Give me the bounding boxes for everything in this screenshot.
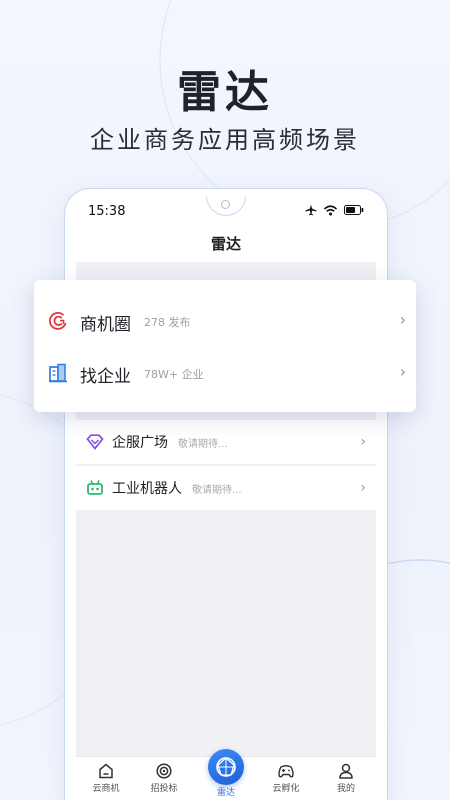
refresh-circle-icon <box>48 312 67 330</box>
chevron-right-icon: › <box>399 362 406 381</box>
status-time: 15:38 <box>88 204 126 219</box>
list-item-sub: 敬请期待... <box>192 484 242 496</box>
phone-notch <box>206 196 246 216</box>
popup-item-zhaoqiye[interactable]: 找企业 78W+ 企业 › <box>34 350 416 396</box>
nav-bar: 雷达 <box>76 226 376 262</box>
radar-icon <box>216 757 236 777</box>
camera-icon <box>221 200 230 209</box>
tab-bar: 云商机 招投标 雷达 云孵化 我的 <box>76 749 376 800</box>
nav-title: 雷达 <box>210 235 241 253</box>
tab-label: 云孵化 <box>272 784 300 794</box>
tab-yunfuhua[interactable]: 云孵化 <box>256 763 316 794</box>
gamepad-icon <box>278 765 294 778</box>
robot-icon <box>87 480 103 495</box>
target-icon <box>156 763 172 779</box>
list-item-label: 企服广场 <box>112 435 168 451</box>
popup-item-sub: 78W+ 企业 <box>144 368 204 381</box>
list-item[interactable]: 企服广场 敬请期待... › <box>76 420 376 464</box>
wifi-icon <box>324 204 337 215</box>
hero-subtitle: 企业商务应用高频场景 <box>90 126 360 154</box>
tab-label: 云商机 <box>92 784 120 794</box>
diamond-icon <box>86 434 104 450</box>
radar-tab-button[interactable] <box>208 749 244 785</box>
chevron-right-icon: › <box>399 310 406 329</box>
home-icon <box>99 763 113 779</box>
tab-yunshangji[interactable]: 云商机 <box>76 763 136 794</box>
status-icons <box>305 204 364 216</box>
list-item-label: 工业机器人 <box>112 481 182 497</box>
chevron-right-icon: › <box>360 434 366 450</box>
buildings-icon <box>49 363 67 383</box>
feature-popup-card: 商机圈 278 发布 › 找企业 78W+ 企业 › <box>34 280 416 412</box>
list-item-sub: 敬请期待... <box>178 438 228 450</box>
popup-item-shangjiquan[interactable]: 商机圈 278 发布 › <box>34 298 416 344</box>
battery-icon <box>344 205 364 215</box>
tab-label: 招投标 <box>150 784 178 794</box>
tab-zhaotoubiao[interactable]: 招投标 <box>134 763 194 794</box>
popup-item-label: 商机圈 <box>80 315 131 335</box>
tab-radar[interactable]: 雷达 <box>196 749 256 798</box>
tab-label: 我的 <box>336 784 355 794</box>
chevron-right-icon: › <box>360 480 366 496</box>
user-icon <box>339 763 353 779</box>
hero-title: 雷达 <box>177 67 273 118</box>
tab-wode[interactable]: 我的 <box>316 763 376 794</box>
list-item[interactable]: 工业机器人 敬请期待... › <box>76 466 376 510</box>
camera-notch <box>206 196 246 216</box>
airplane-icon <box>305 204 317 216</box>
popup-item-sub: 278 发布 <box>144 316 191 329</box>
popup-item-label: 找企业 <box>80 367 131 387</box>
tab-label: 雷达 <box>216 788 235 798</box>
